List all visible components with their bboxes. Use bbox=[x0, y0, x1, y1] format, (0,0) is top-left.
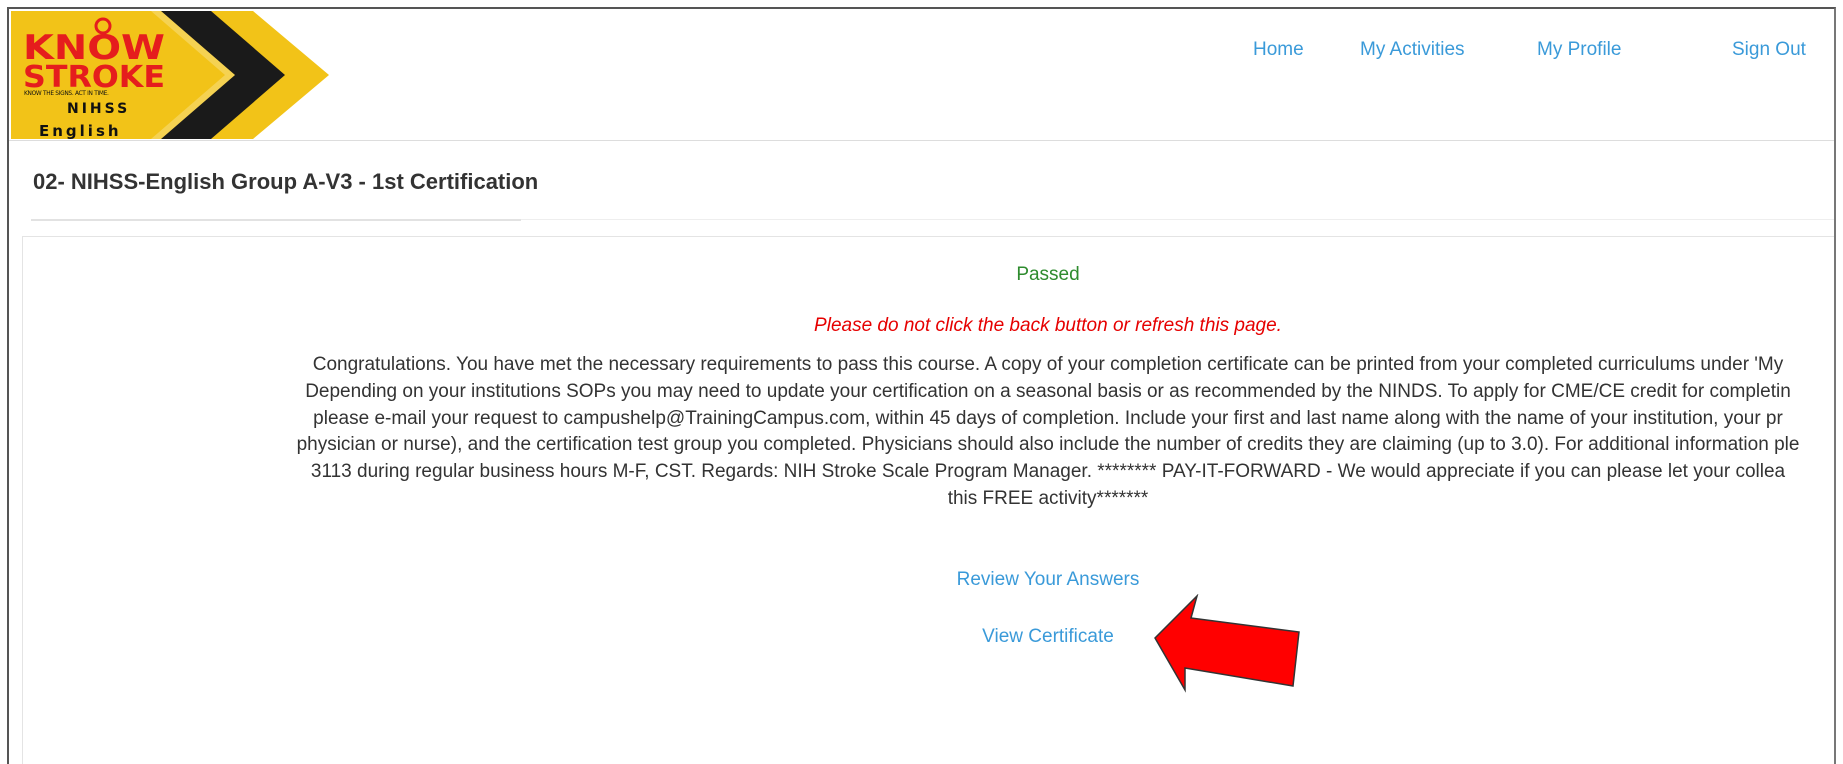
title-divider-light bbox=[521, 219, 1834, 220]
message-line: Depending on your institutions SOPs you … bbox=[305, 380, 1791, 402]
review-answers-link[interactable]: Review Your Answers bbox=[23, 569, 1834, 591]
nav-home-link[interactable]: Home bbox=[1253, 39, 1304, 61]
message-line: Congratulations. You have met the necess… bbox=[312, 354, 1784, 375]
annotation-arrow-icon bbox=[1154, 594, 1300, 693]
pass-status: Passed bbox=[1016, 264, 1080, 285]
result-panel: Passed Please do not click the back butt… bbox=[22, 236, 1834, 764]
browser-frame: KNOW STROKE KNOW THE SIGNS. ACT IN TIME.… bbox=[7, 7, 1836, 764]
logo-language: English bbox=[39, 122, 122, 140]
message-line: this FREE activity******* bbox=[947, 487, 1149, 509]
title-divider bbox=[31, 219, 521, 221]
logo-product: NIHSS bbox=[67, 101, 131, 117]
logo-tagline: KNOW THE SIGNS. ACT IN TIME. bbox=[24, 89, 109, 97]
nav-my-activities-link[interactable]: My Activities bbox=[1360, 39, 1465, 61]
navigation-warning: Please do not click the back button or r… bbox=[814, 315, 1282, 336]
message-line: 3113 during regular business hours M-F, … bbox=[310, 461, 1786, 483]
nav-sign-out-link[interactable]: Sign Out bbox=[1732, 39, 1806, 61]
page-title: 02- NIHSS-English Group A-V3 - 1st Certi… bbox=[33, 169, 539, 194]
completion-message: Congratulations. You have met the necess… bbox=[23, 352, 1834, 513]
message-line: please e-mail your request to campushelp… bbox=[313, 407, 1783, 429]
logo-graphic: KNOW STROKE bbox=[11, 11, 329, 139]
nav-my-profile-link[interactable]: My Profile bbox=[1537, 39, 1621, 61]
message-line: physician or nurse), and the certificati… bbox=[296, 434, 1800, 456]
view-certificate-link[interactable]: View Certificate bbox=[23, 626, 1834, 648]
know-stroke-logo[interactable]: KNOW STROKE KNOW THE SIGNS. ACT IN TIME.… bbox=[11, 11, 329, 140]
site-header: KNOW STROKE KNOW THE SIGNS. ACT IN TIME.… bbox=[9, 9, 1834, 141]
